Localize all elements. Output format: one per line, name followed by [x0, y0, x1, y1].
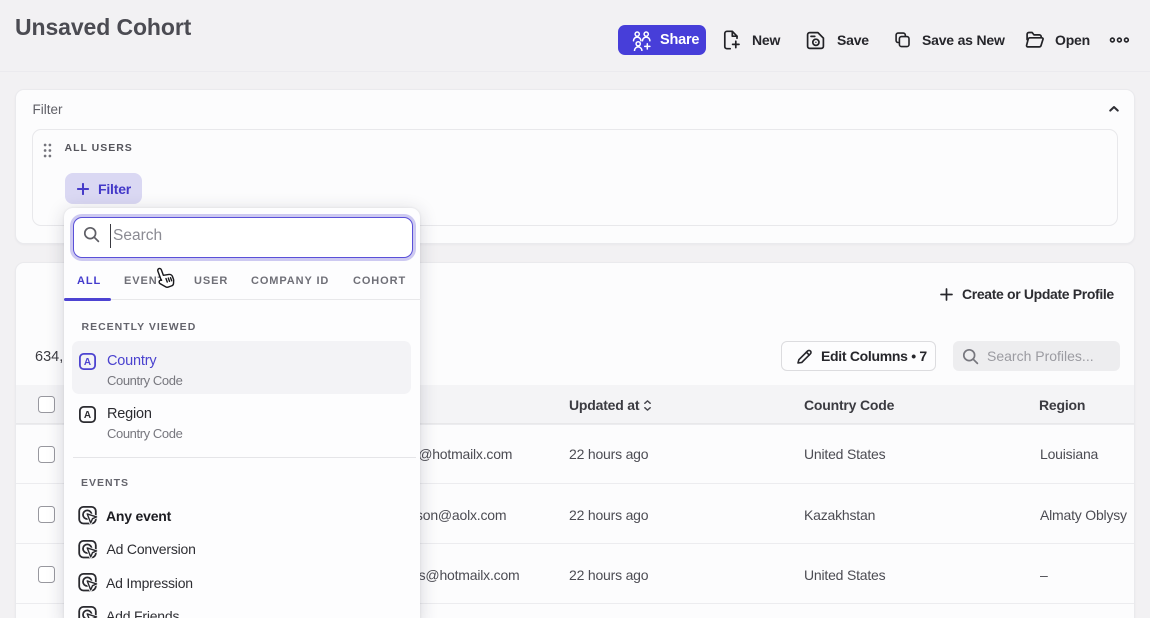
- svg-text:A: A: [84, 410, 91, 421]
- svg-text:A: A: [84, 357, 91, 368]
